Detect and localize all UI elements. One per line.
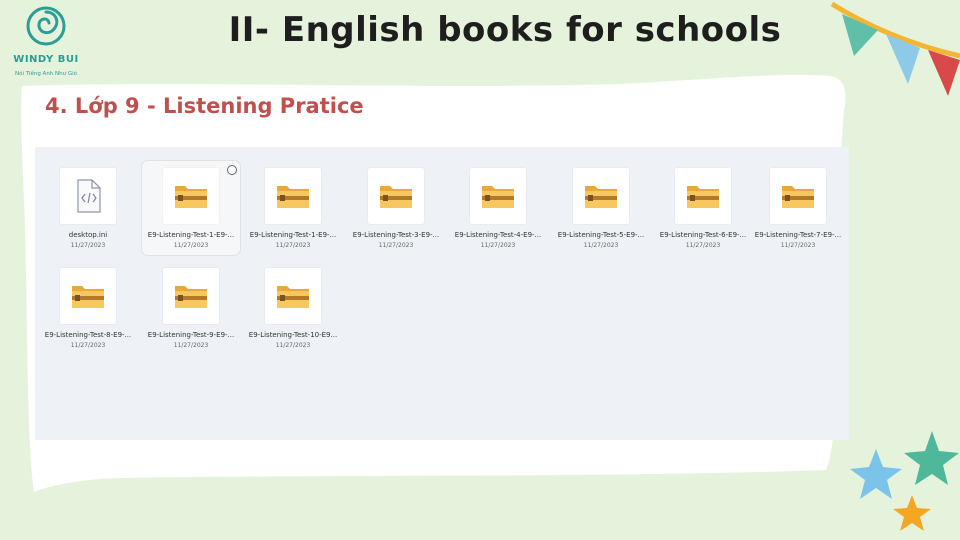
file-date: 11/27/2023 [70,342,106,349]
file-name: E9-Listening-Test-4-E9-... [454,231,542,239]
file-item[interactable]: E9-Listening-Test-7-E9-... 11/27/2023 [749,161,847,255]
file-thumbnail [368,168,424,224]
zip-folder-icon [585,186,617,208]
file-date: 11/27/2023 [583,242,619,249]
file-explorer-panel: desktop.ini 11/27/2023 E9-Listening-Test… [35,147,849,440]
file-item[interactable]: E9-Listening-Test-3-E9-... 11/27/2023 [347,161,445,255]
file-item[interactable]: E9-Listening-Test-4-E9-... 11/27/2023 [449,161,547,255]
file-name: E9-Listening-Test-8-E9-... [44,331,132,339]
zip-folder-icon [687,186,719,208]
file-name: desktop.ini [68,231,108,239]
file-name: E9-Listening-Test-3-E9-... [352,231,440,239]
page-title: II- English books for schools [228,10,782,50]
file-name: E9-Listening-Test-1-E9-... [249,231,337,239]
code-file-icon [77,179,101,213]
file-thumbnail [265,168,321,224]
logo-brand-text: WINDY BUI [13,54,79,65]
file-item[interactable]: E9-Listening-Test-6-E9-... 11/27/2023 [654,161,752,255]
file-thumbnail [163,268,219,324]
file-thumbnail [265,268,321,324]
file-thumbnail [675,168,731,224]
file-date: 11/27/2023 [173,242,209,249]
file-name: E9-Listening-Test-1-E9-... [147,231,235,239]
file-date: 11/27/2023 [780,242,816,249]
zip-folder-icon [782,186,814,208]
section-subtitle: 4. Lớp 9 - Listening Pratice [45,94,364,118]
zip-folder-icon [482,186,514,208]
file-name: E9-Listening-Test-5-E9-... [557,231,645,239]
file-item[interactable]: E9-Listening-Test-1-E9-... 11/27/2023 [244,161,342,255]
file-thumbnail [770,168,826,224]
zip-folder-icon [277,186,309,208]
zip-folder-icon [175,286,207,308]
file-name: E9-Listening-Test-9-E9-... [147,331,235,339]
file-thumbnail [470,168,526,224]
file-date: 11/27/2023 [378,242,414,249]
file-thumbnail [573,168,629,224]
zip-folder-icon [175,186,207,208]
zip-folder-icon [277,286,309,308]
file-item[interactable]: E9-Listening-Test-5-E9-... 11/27/2023 [552,161,650,255]
file-date: 11/27/2023 [275,242,311,249]
file-thumbnail [60,168,116,224]
file-item[interactable]: E9-Listening-Test-10-E9... 11/27/2023 [244,261,342,355]
zip-folder-icon [380,186,412,208]
logo-tagline: Nói Tiếng Anh Như Gió [14,71,78,77]
file-date: 11/27/2023 [685,242,721,249]
file-item[interactable]: E9-Listening-Test-1-E9-... 11/27/2023 [142,161,240,255]
file-date: 11/27/2023 [480,242,516,249]
file-name: E9-Listening-Test-7-E9-... [754,231,842,239]
file-thumbnail [60,268,116,324]
file-item[interactable]: E9-Listening-Test-9-E9-... 11/27/2023 [142,261,240,355]
zip-folder-icon [72,286,104,308]
select-checkbox[interactable] [227,165,237,175]
file-date: 11/27/2023 [275,342,311,349]
file-name: E9-Listening-Test-10-E9... [248,331,338,339]
file-date: 11/27/2023 [173,342,209,349]
stars-decoration [850,431,959,531]
file-item[interactable]: desktop.ini 11/27/2023 [39,161,137,255]
file-item[interactable]: E9-Listening-Test-8-E9-... 11/27/2023 [39,261,137,355]
file-date: 11/27/2023 [70,242,106,249]
file-thumbnail [163,168,219,224]
